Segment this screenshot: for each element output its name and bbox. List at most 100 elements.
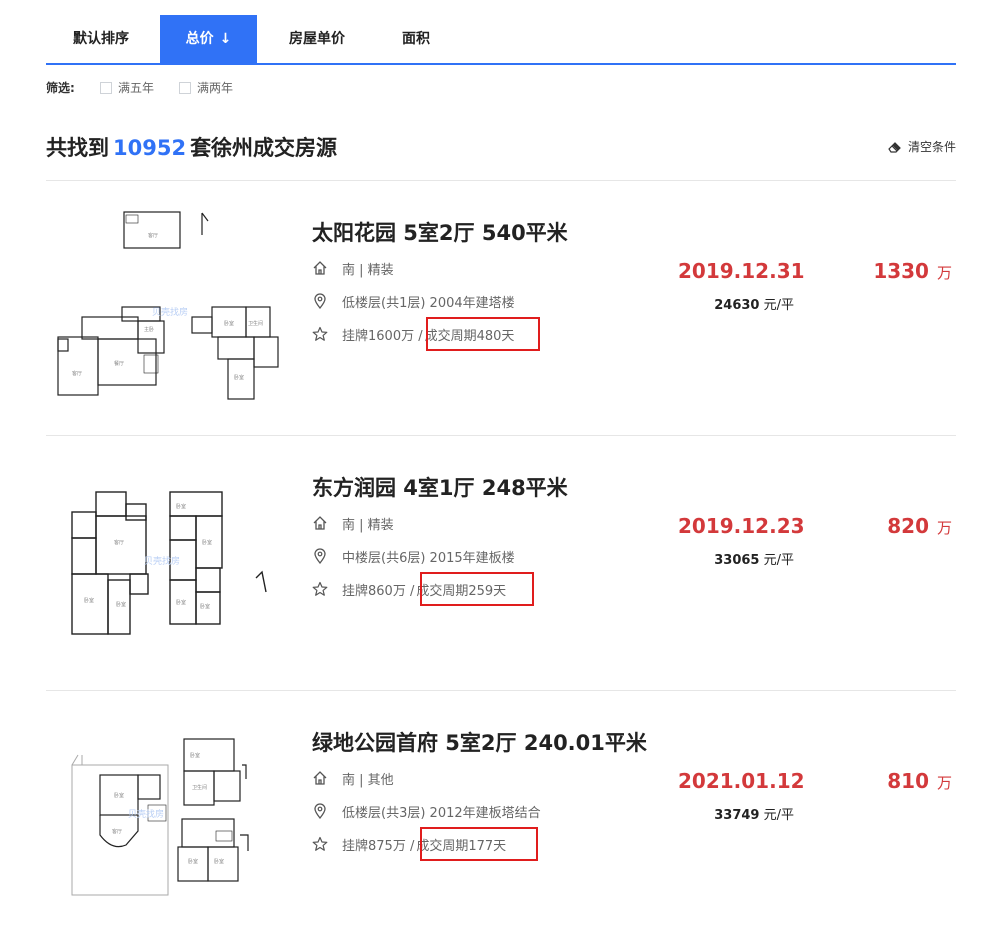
- total-price-unit: 万: [936, 774, 952, 792]
- tab-label: 面积: [402, 31, 430, 47]
- orientation-line: 南 | 精装: [312, 258, 394, 278]
- listed-price-text: 挂牌1600万 /: [342, 328, 423, 344]
- heading-prefix: 共找到: [46, 136, 109, 160]
- listed-price-text: 挂牌875万 /: [342, 838, 415, 854]
- listing-item[interactable]: 卧室 卫生间 卧室 客厅 卧室 卧室 贝壳找房 绿地公园首府 5室2厅 240.…: [46, 691, 956, 946]
- listing-title[interactable]: 太阳花园 5室2厅 540平米: [312, 217, 568, 247]
- total-price-value: 1330: [873, 259, 929, 283]
- svg-text:客厅: 客厅: [148, 232, 158, 239]
- total-price-value: 810: [887, 769, 929, 793]
- filter-option-label[interactable]: 满五年: [118, 80, 154, 96]
- floor-plan-image[interactable]: 客厅 卧室 卧室 卧室 卧室 卧室 卧室 贝壳找房: [52, 484, 292, 684]
- deal-cycle-highlight: [420, 572, 534, 606]
- house-icon: [313, 261, 327, 275]
- clear-filters-button[interactable]: 清空条件: [888, 138, 956, 155]
- total-price: 1330 万: [873, 259, 952, 283]
- svg-text:餐厅: 餐厅: [114, 360, 124, 367]
- orientation-text: 南 | 精装: [342, 262, 394, 278]
- svg-text:贝壳找房: 贝壳找房: [152, 306, 188, 318]
- floor-plan-image[interactable]: 客厅 客厅 餐厅 卧室 卫生间 卧室 主卧 贝壳找房: [52, 207, 292, 407]
- floor-text: 低楼层(共1层) 2004年建塔楼: [342, 295, 515, 311]
- floor-line: 低楼层(共3层) 2012年建板塔结合: [312, 801, 541, 821]
- unit-price: 33065 元/平: [714, 549, 794, 568]
- unit-price-value: 33749: [714, 808, 760, 823]
- total-price: 810 万: [887, 769, 952, 793]
- floor-line: 中楼层(共6层) 2015年建板楼: [312, 546, 515, 566]
- floor-text: 中楼层(共6层) 2015年建板楼: [342, 550, 515, 566]
- svg-text:卧室: 卧室: [84, 597, 94, 604]
- svg-text:卧室: 卧室: [114, 792, 124, 799]
- orientation-line: 南 | 其他: [312, 768, 394, 788]
- svg-text:卧室: 卧室: [190, 752, 200, 759]
- unit-price: 33749 元/平: [714, 804, 794, 823]
- tab-area[interactable]: 面积: [376, 15, 456, 63]
- clear-filters-label: 清空条件: [907, 140, 956, 154]
- location-pin-icon: [314, 548, 326, 564]
- svg-text:客厅: 客厅: [72, 370, 82, 377]
- unit-price: 24630 元/平: [714, 294, 794, 313]
- deal-cycle-highlight: [420, 827, 538, 861]
- svg-text:卫生间: 卫生间: [248, 320, 263, 327]
- filter-checkbox-two-years[interactable]: [179, 82, 191, 94]
- arrow-down-icon: ↓: [219, 31, 232, 47]
- floor-line: 低楼层(共1层) 2004年建塔楼: [312, 291, 515, 311]
- svg-text:卧室: 卧室: [214, 858, 224, 865]
- svg-text:卧室: 卧室: [202, 539, 212, 546]
- total-price-unit: 万: [936, 264, 952, 282]
- star-icon: [312, 581, 328, 596]
- listing-item[interactable]: 客厅 卧室 卧室 卧室 卧室 卧室 卧室 贝壳找房 东方润园 4室1厅 248平…: [46, 436, 956, 691]
- floor-text: 低楼层(共3层) 2012年建板塔结合: [342, 805, 541, 821]
- tab-unit-price[interactable]: 房屋单价: [268, 15, 366, 63]
- svg-text:卫生间: 卫生间: [192, 784, 207, 791]
- result-heading: 共找到 10952 套徐州成交房源: [46, 132, 337, 162]
- listing-title[interactable]: 绿地公园首府 5室2厅 240.01平米: [312, 727, 647, 757]
- location-pin-icon: [314, 293, 326, 309]
- floor-plan-image[interactable]: 卧室 卫生间 卧室 客厅 卧室 卧室 贝壳找房: [52, 735, 292, 935]
- orientation-text: 南 | 精装: [342, 517, 394, 533]
- tab-label: 房屋单价: [289, 31, 345, 47]
- filter-checkbox-five-years[interactable]: [100, 82, 112, 94]
- svg-text:卧室: 卧室: [116, 601, 126, 608]
- tab-label: 总价: [185, 31, 214, 47]
- tab-total-price[interactable]: 总价 ↓: [160, 15, 257, 63]
- filter-label: 筛选:: [46, 81, 75, 95]
- listed-price-text: 挂牌860万 /: [342, 583, 415, 599]
- tab-label: 默认排序: [73, 31, 129, 47]
- unit-price-unit: 元/平: [763, 808, 794, 823]
- unit-price-value: 33065: [714, 553, 760, 568]
- svg-text:贝壳找房: 贝壳找房: [144, 555, 180, 567]
- listing-title[interactable]: 东方润园 4室1厅 248平米: [312, 472, 568, 502]
- listing-item[interactable]: 客厅 客厅 餐厅 卧室 卫生间 卧室 主卧 贝壳找房 太阳花园 5室2厅 540…: [46, 181, 956, 436]
- svg-text:贝壳找房: 贝壳找房: [128, 808, 164, 820]
- svg-text:卧室: 卧室: [176, 599, 186, 606]
- deal-date: 2021.01.12: [678, 769, 805, 793]
- star-icon: [312, 836, 328, 851]
- unit-price-unit: 元/平: [763, 298, 794, 313]
- unit-price-unit: 元/平: [763, 553, 794, 568]
- svg-text:卧室: 卧室: [224, 320, 234, 327]
- deal-date: 2019.12.23: [678, 514, 805, 538]
- svg-text:卧室: 卧室: [200, 603, 210, 610]
- unit-price-value: 24630: [714, 298, 760, 313]
- svg-text:卧室: 卧室: [188, 858, 198, 865]
- house-icon: [313, 771, 327, 785]
- svg-text:客厅: 客厅: [114, 539, 124, 546]
- svg-text:卧室: 卧室: [234, 374, 244, 381]
- tab-default-sort[interactable]: 默认排序: [46, 15, 156, 63]
- total-price-unit: 万: [936, 519, 952, 537]
- filter-option-label[interactable]: 满两年: [197, 80, 233, 96]
- star-icon: [312, 326, 328, 341]
- deal-date: 2019.12.31: [678, 259, 805, 283]
- location-pin-icon: [314, 803, 326, 819]
- eraser-icon: [888, 141, 901, 153]
- sort-tabs: 默认排序 总价 ↓ 房屋单价 面积: [46, 15, 956, 65]
- heading-suffix: 套徐州成交房源: [190, 136, 338, 160]
- svg-text:卧室: 卧室: [176, 503, 186, 510]
- svg-text:主卧: 主卧: [144, 326, 154, 333]
- result-count: 10952: [113, 136, 187, 160]
- orientation-text: 南 | 其他: [342, 772, 394, 788]
- total-price: 820 万: [887, 514, 952, 538]
- house-icon: [313, 516, 327, 530]
- deal-cycle-highlight: [426, 317, 540, 351]
- svg-text:客厅: 客厅: [112, 828, 122, 835]
